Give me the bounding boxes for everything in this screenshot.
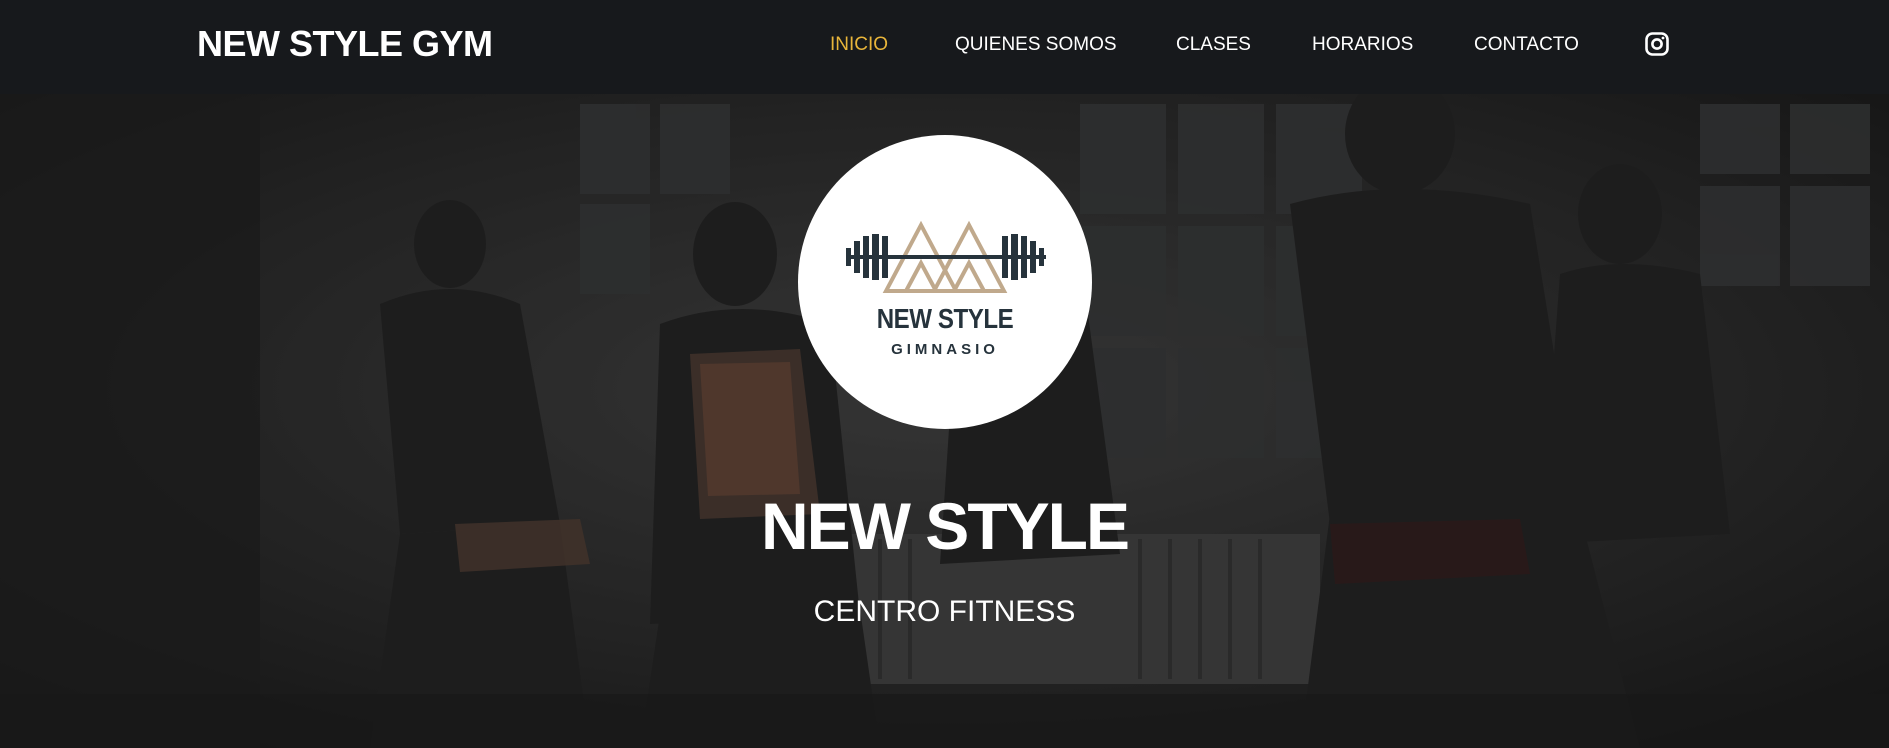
nav-item-quienes-somos[interactable]: QUIENES SOMOS [955,30,1117,60]
hero-title: NEW STYLE [760,489,1130,563]
gym-logo: NEW STYLE GIMNASIO [798,135,1092,429]
logo-text-secondary: GIMNASIO [891,341,999,358]
site-header: NEW STYLE GYM INICIO QUIENES SOMOS CLASE… [0,0,1889,94]
instagram-icon[interactable] [1645,32,1669,56]
hero-section: NEW STYLE GIMNASIO NEW STYLE CENTRO FITN… [0,94,1889,748]
brand-logo-text[interactable]: NEW STYLE GYM [197,22,493,66]
page: NEW STYLE GYM INICIO QUIENES SOMOS CLASE… [0,0,1889,748]
nav-item-contacto[interactable]: CONTACTO [1474,30,1579,60]
logo-text-primary: NEW STYLE [876,303,1014,334]
barbell-mountain-icon [846,220,1046,293]
nav-item-clases[interactable]: CLASES [1176,30,1251,60]
hero-subtitle: CENTRO FITNESS [813,595,1076,628]
nav-item-horarios[interactable]: HORARIOS [1312,30,1413,60]
nav-item-inicio[interactable]: INICIO [830,30,888,60]
